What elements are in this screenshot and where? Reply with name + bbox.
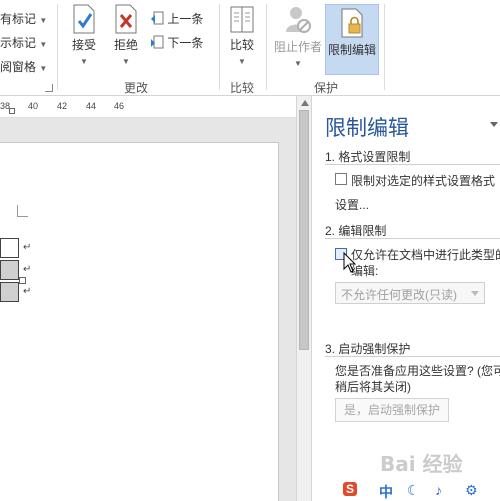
editing-type-value: 不允许任何更改(只读) — [341, 288, 457, 302]
scroll-thumb[interactable] — [299, 110, 309, 350]
compare-button[interactable]: 比较 ▼ — [224, 4, 260, 67]
chevron-down-icon: ▼ — [39, 16, 48, 25]
chevron-down-icon — [471, 291, 479, 296]
chevron-down-icon: ▼ — [238, 57, 246, 66]
section-divider — [325, 356, 500, 357]
system-tray: S 中 ☾ ♪ ⚙ — [341, 482, 500, 501]
show-markup-label: 示标记 — [0, 36, 37, 50]
compare-group-label: 比较 — [230, 81, 255, 95]
section-divider — [325, 164, 500, 165]
pane-options-icon[interactable] — [490, 122, 498, 127]
dialog-launcher-icon[interactable] — [45, 84, 53, 92]
paragraph-mark: ↵ — [23, 264, 32, 275]
start-enforcing-button[interactable]: 是，启动强制保护 — [335, 398, 449, 422]
next-change-button[interactable]: 下一条 — [150, 34, 203, 51]
restrict-editing-label: 限制编辑 — [327, 43, 376, 57]
restrict-editing-pane: 限制编辑 1. 格式设置限制 限制对选定的样式设置格式 设置... 2. 编辑限… — [313, 96, 500, 501]
format-restriction-label: 限制对选定的样式设置格式 — [351, 174, 496, 188]
moon-icon[interactable]: ☾ — [407, 482, 420, 499]
crop-mark — [17, 205, 18, 217]
chevron-down-icon: ▼ — [39, 40, 48, 49]
restrict-editing-icon — [341, 8, 363, 38]
table-cell[interactable] — [0, 238, 19, 258]
ruler-label: 42 — [57, 101, 68, 111]
reject-button[interactable]: 拒绝 ▼ — [106, 4, 146, 67]
ruler-label: 46 — [114, 101, 125, 111]
scroll-up-icon[interactable] — [301, 100, 309, 106]
protect-group-label: 保护 — [314, 81, 339, 95]
display-markup-dropdown[interactable]: 有标记 ▼ — [0, 10, 47, 27]
next-icon — [151, 35, 164, 49]
separator — [57, 4, 58, 90]
vertical-scrollbar[interactable] — [296, 96, 312, 501]
block-authors-label: 阻止作者 — [273, 40, 322, 54]
separator — [266, 4, 267, 90]
block-authors-button[interactable]: 阻止作者 ▼ — [272, 4, 324, 69]
reviewing-pane-label: 阅窗格 — [0, 60, 37, 74]
ruler-label: 44 — [86, 101, 97, 111]
start-enforcement-heading: 3. 启动强制保护 — [325, 342, 411, 356]
previous-label: 上一条 — [167, 12, 204, 26]
previous-icon — [151, 11, 164, 25]
mouse-cursor-icon — [343, 252, 357, 273]
accept-label: 接受 — [71, 38, 96, 52]
compare-label: 比较 — [229, 38, 254, 52]
show-markup-dropdown[interactable]: 示标记 ▼ — [0, 34, 47, 51]
reject-icon — [115, 4, 137, 34]
ime-chinese-icon[interactable]: 中 — [379, 482, 393, 501]
reject-label: 拒绝 — [113, 38, 138, 52]
settings-icon[interactable]: ⚙ — [465, 482, 478, 499]
editing-restrictions-heading: 2. 编辑限制 — [325, 224, 387, 238]
sogou-icon[interactable]: S — [343, 482, 358, 496]
ruler-label: 40 — [28, 101, 39, 111]
accept-button[interactable]: 接受 ▼ — [64, 4, 104, 67]
chevron-down-icon: ▼ — [294, 59, 302, 68]
settings-link[interactable]: 设置... — [335, 196, 369, 213]
horizontal-ruler[interactable]: 38 40 42 44 46 — [0, 96, 296, 118]
separator — [219, 4, 220, 90]
block-authors-icon — [286, 7, 311, 33]
sound-icon[interactable]: ♪ — [435, 482, 442, 498]
editing-restriction-label: 仅允许在文档中进行此类型的 — [351, 248, 500, 262]
changes-group-label: 更改 — [124, 81, 149, 95]
table-cell[interactable] — [0, 260, 19, 280]
enforcement-prompt-cont: 稍后将其关闭) — [335, 380, 411, 394]
next-label: 下一条 — [167, 36, 204, 50]
indent-marker-icon[interactable] — [9, 108, 15, 114]
paragraph-mark: ↵ — [23, 286, 32, 297]
compare-icon — [230, 6, 254, 33]
table-cell[interactable] — [0, 282, 19, 302]
pane-title: 限制编辑 — [325, 116, 409, 140]
chevron-down-icon: ▼ — [80, 57, 88, 66]
chevron-down-icon: ▼ — [39, 64, 48, 73]
restrict-editing-button[interactable]: 限制编辑 — [325, 4, 379, 75]
display-markup-label: 有标记 — [0, 12, 37, 26]
table-resize-handle[interactable] — [19, 277, 26, 284]
format-restriction-checkbox[interactable] — [335, 173, 347, 185]
previous-change-button[interactable]: 上一条 — [150, 10, 203, 27]
document-page[interactable]: ↵ ↵ ↵ — [0, 142, 279, 501]
enforcement-prompt: 您是否准备应用这些设置? (您可 — [335, 364, 500, 378]
paragraph-mark: ↵ — [23, 242, 32, 253]
reviewing-pane-dropdown[interactable]: 阅窗格 ▼ — [0, 58, 47, 75]
document-area: ↵ ↵ ↵ — [0, 118, 296, 501]
editing-type-select[interactable]: 不允许任何更改(只读) — [335, 282, 485, 304]
separator — [384, 4, 385, 90]
crop-mark — [18, 216, 28, 217]
chevron-down-icon: ▼ — [122, 57, 130, 66]
accept-icon — [73, 4, 95, 34]
formatting-restrictions-heading: 1. 格式设置限制 — [325, 150, 411, 164]
section-divider — [325, 238, 500, 239]
watermark: Bai 经验 — [380, 452, 463, 476]
ribbon: 有标记 ▼ 示标记 ▼ 阅窗格 ▼ 接受 ▼ 拒绝 ▼ 上一条 下一条 更改 比… — [0, 0, 500, 96]
